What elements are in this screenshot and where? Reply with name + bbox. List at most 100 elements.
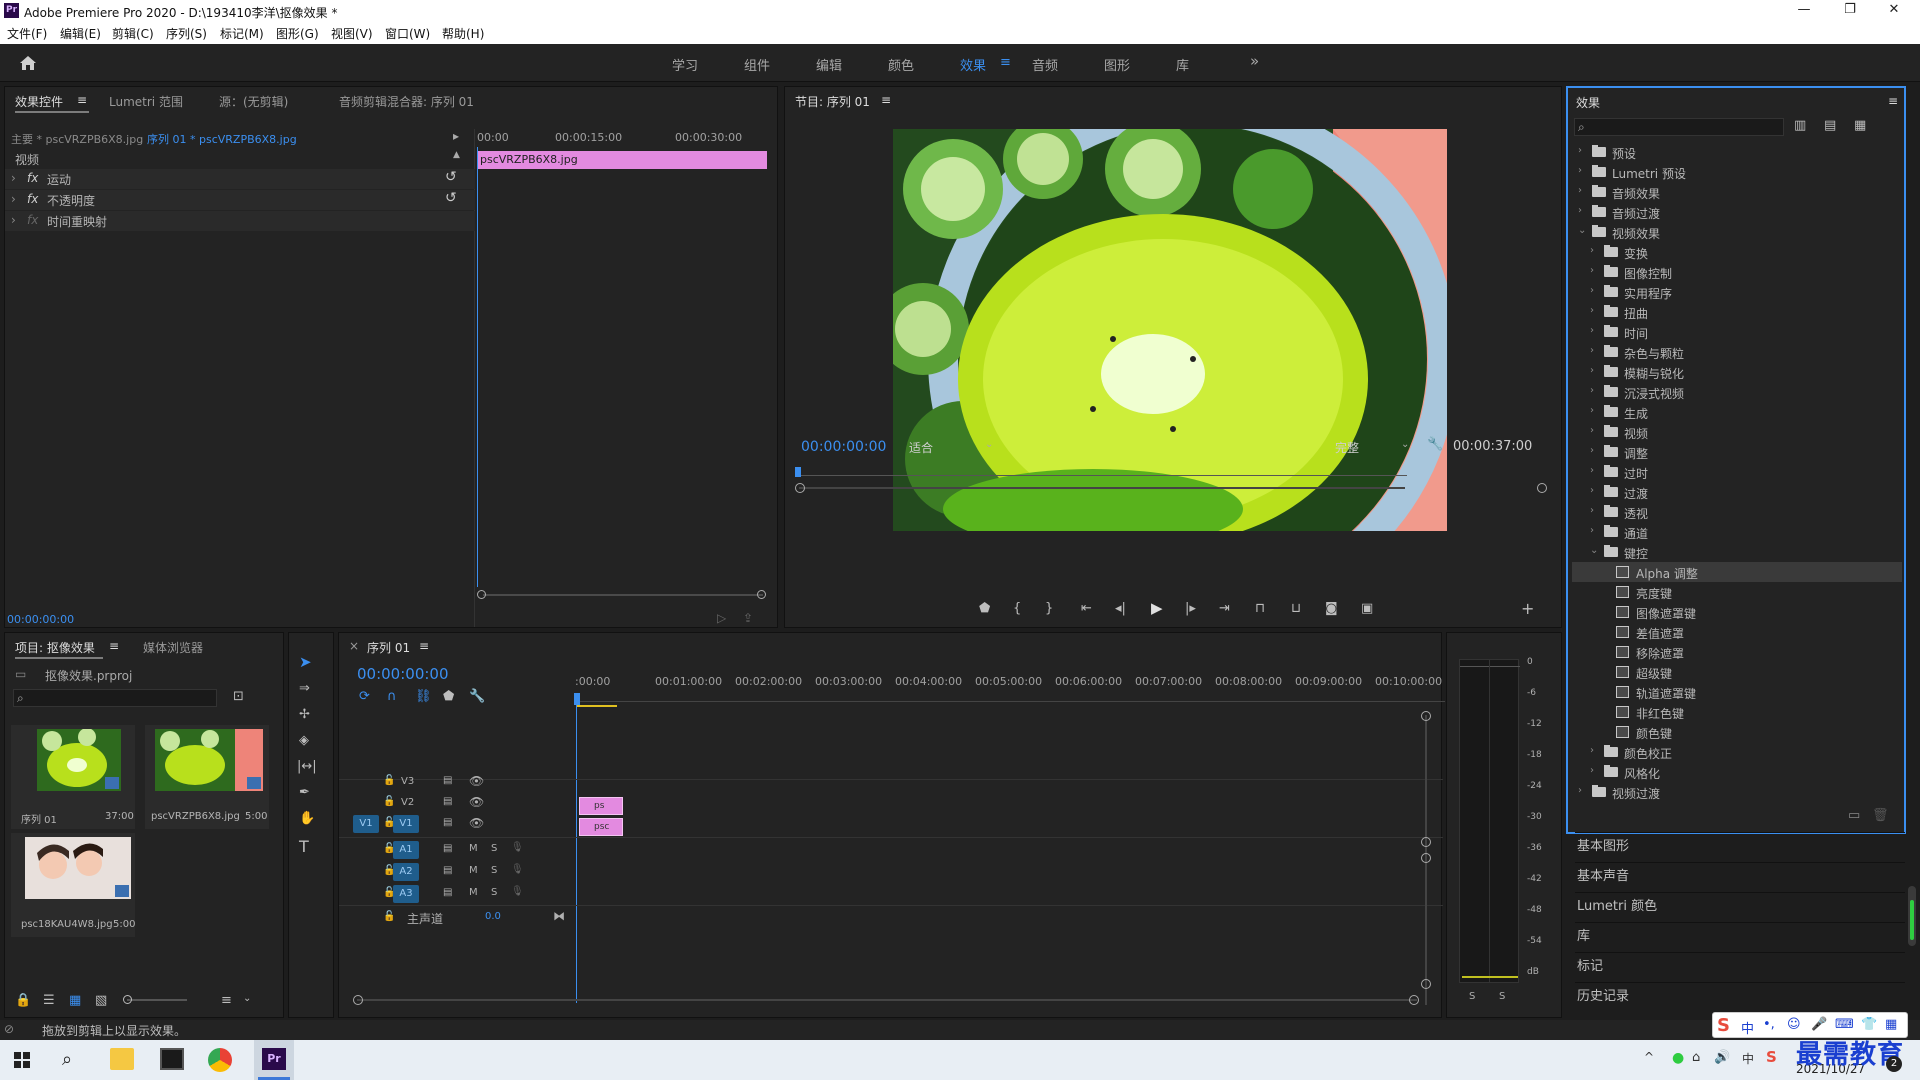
- chevron-right-icon[interactable]: ›: [1590, 245, 1594, 256]
- workspace-learn[interactable]: 学习: [672, 55, 698, 74]
- chevron-right-icon[interactable]: ›: [1578, 185, 1582, 196]
- chevron-down-icon[interactable]: ⌄: [1590, 545, 1598, 556]
- lock-icon[interactable]: 🔓: [383, 775, 395, 786]
- mark-in-icon[interactable]: {: [1013, 601, 1021, 616]
- tab-lumetri-scopes[interactable]: Lumetri 范围: [109, 93, 183, 110]
- tab-sequence[interactable]: 序列 01: [367, 639, 410, 656]
- freeform-view-icon[interactable]: ▧: [95, 993, 107, 1008]
- lock-icon[interactable]: 🔓: [383, 796, 395, 807]
- sync-lock-icon[interactable]: ▤: [443, 817, 452, 828]
- zoom-handle-left[interactable]: [795, 483, 805, 493]
- go-to-out-icon[interactable]: ⇥: [1219, 601, 1230, 616]
- menu-view[interactable]: 视图(V): [331, 25, 373, 42]
- hand-tool-icon[interactable]: ✋: [299, 811, 315, 826]
- notification-badge[interactable]: 2: [1886, 1056, 1902, 1072]
- more-workspaces-icon[interactable]: »: [1250, 52, 1259, 70]
- chevron-down-icon[interactable]: ⌄: [243, 993, 251, 1004]
- project-item[interactable]: 序列 01 37:00: [11, 725, 135, 829]
- chevron-right-icon[interactable]: ›: [1578, 785, 1582, 796]
- extract-icon[interactable]: ⊔: [1291, 601, 1301, 616]
- master-volume-value[interactable]: 0.0: [485, 911, 501, 922]
- new-bin-icon[interactable]: ▭: [1848, 808, 1860, 823]
- effects-tree-item[interactable]: › 透视: [1572, 502, 1902, 522]
- minimize-button[interactable]: —: [1794, 2, 1814, 20]
- effects-tree-item[interactable]: 移除遮罩: [1572, 642, 1902, 662]
- solo-left-button[interactable]: S: [1469, 991, 1475, 1002]
- camera-icon[interactable]: ◙: [1325, 601, 1338, 616]
- sync-lock-icon[interactable]: ▤: [443, 887, 452, 898]
- voice-icon[interactable]: 🎤: [1811, 1017, 1827, 1032]
- effects-tree-item[interactable]: › 变换: [1572, 242, 1902, 262]
- taskbar-premiere-active[interactable]: Pr: [254, 1040, 294, 1080]
- fx-icon[interactable]: fx: [27, 192, 38, 206]
- playhead-timecode[interactable]: 00:00:00:00: [801, 439, 886, 455]
- emoji-icon[interactable]: ☺: [1787, 1017, 1801, 1032]
- tab-media-browser[interactable]: 媒体浏览器: [143, 639, 203, 656]
- tab-source[interactable]: 源：(无剪辑): [219, 93, 288, 110]
- home-icon[interactable]: [18, 54, 38, 72]
- step-forward-icon[interactable]: |▸: [1185, 601, 1196, 616]
- effect-row-opacity[interactable]: › fx 不透明度 ↺: [5, 190, 475, 210]
- reset-icon[interactable]: ↺: [445, 169, 457, 185]
- solo-button[interactable]: S: [491, 843, 497, 854]
- tray-app-icon[interactable]: ●: [1672, 1050, 1684, 1066]
- workspace-effects[interactable]: 效果: [960, 55, 986, 74]
- lock-icon[interactable]: 🔓: [383, 911, 395, 922]
- effects-tree-item[interactable]: 轨道遮罩键: [1572, 682, 1902, 702]
- filter-icon[interactable]: ▷: [717, 611, 726, 625]
- chevron-right-icon[interactable]: ›: [1590, 285, 1594, 296]
- menu-edit[interactable]: 编辑(E): [60, 25, 101, 42]
- effects-tree-item[interactable]: › 时间: [1572, 322, 1902, 342]
- reset-icon[interactable]: ↺: [445, 190, 457, 206]
- mute-button[interactable]: M: [469, 843, 478, 854]
- yuv-effects-icon[interactable]: ▦: [1854, 118, 1866, 133]
- chevron-right-icon[interactable]: ›: [1590, 365, 1594, 376]
- toolbox-icon[interactable]: ▦: [1885, 1017, 1897, 1032]
- wrench-icon[interactable]: 🔧: [469, 689, 485, 704]
- effects-tree-item[interactable]: 亮度键: [1572, 582, 1902, 602]
- chevron-right-icon[interactable]: ›: [1590, 445, 1594, 456]
- fit-dropdown[interactable]: 适合 ⌄: [905, 437, 1001, 457]
- playhead-marker[interactable]: [574, 693, 580, 705]
- 32bit-effects-icon[interactable]: ▤: [1824, 118, 1836, 133]
- effects-tree-item[interactable]: 图像遮罩键: [1572, 602, 1902, 622]
- chevron-right-icon[interactable]: ›: [1590, 745, 1594, 756]
- snap-icon[interactable]: ∩: [387, 689, 397, 704]
- chevron-right-icon[interactable]: ›: [1590, 405, 1594, 416]
- expand-chevron-icon[interactable]: ›: [11, 171, 16, 185]
- pen-tool-icon[interactable]: ✒: [299, 785, 310, 800]
- scroll-handle-left[interactable]: [353, 995, 363, 1005]
- track-label-v2[interactable]: V2: [401, 797, 414, 808]
- go-to-end-icon[interactable]: ⧓: [553, 909, 565, 923]
- track-label-a3[interactable]: A3: [393, 885, 419, 903]
- effects-tree-item[interactable]: › 模糊与锐化: [1572, 362, 1902, 382]
- effects-tree-item[interactable]: Alpha 调整: [1572, 562, 1902, 582]
- chevron-right-icon[interactable]: ›: [1578, 205, 1582, 216]
- expand-chevron-icon[interactable]: ›: [11, 213, 16, 227]
- playhead-line[interactable]: [576, 703, 577, 1003]
- time-ruler[interactable]: [797, 475, 1407, 476]
- playhead-marker[interactable]: [795, 467, 801, 477]
- mic-icon[interactable]: 🎙: [511, 842, 524, 853]
- tab-effect-controls[interactable]: 效果控件: [15, 93, 63, 110]
- work-area-bar[interactable]: [577, 705, 617, 707]
- panel-menu-icon[interactable]: ≡: [1888, 94, 1898, 108]
- workspace-color[interactable]: 颜色: [888, 55, 914, 74]
- panel-libraries[interactable]: 库: [1575, 922, 1905, 950]
- scroll-handle-mid[interactable]: [1421, 837, 1431, 847]
- effects-tree-item[interactable]: › 图像控制: [1572, 262, 1902, 282]
- track-label-a2[interactable]: A2: [393, 863, 419, 881]
- panel-menu-icon[interactable]: ≡: [419, 639, 429, 653]
- chevron-right-icon[interactable]: ›: [1590, 465, 1594, 476]
- lock-icon[interactable]: 🔒: [15, 993, 31, 1008]
- horizontal-scrollbar[interactable]: [357, 999, 1417, 1001]
- mic-icon[interactable]: 🎙: [511, 886, 524, 897]
- mute-button[interactable]: M: [469, 865, 478, 876]
- eye-icon[interactable]: 👁: [469, 795, 484, 809]
- solo-button[interactable]: S: [491, 865, 497, 876]
- chevron-right-icon[interactable]: ›: [1590, 425, 1594, 436]
- effects-tree-item[interactable]: › 颜色校正: [1572, 742, 1902, 762]
- menu-window[interactable]: 窗口(W): [385, 25, 430, 42]
- razor-tool-icon[interactable]: ◈: [299, 733, 309, 748]
- effects-tree-item[interactable]: 差值遮罩: [1572, 622, 1902, 642]
